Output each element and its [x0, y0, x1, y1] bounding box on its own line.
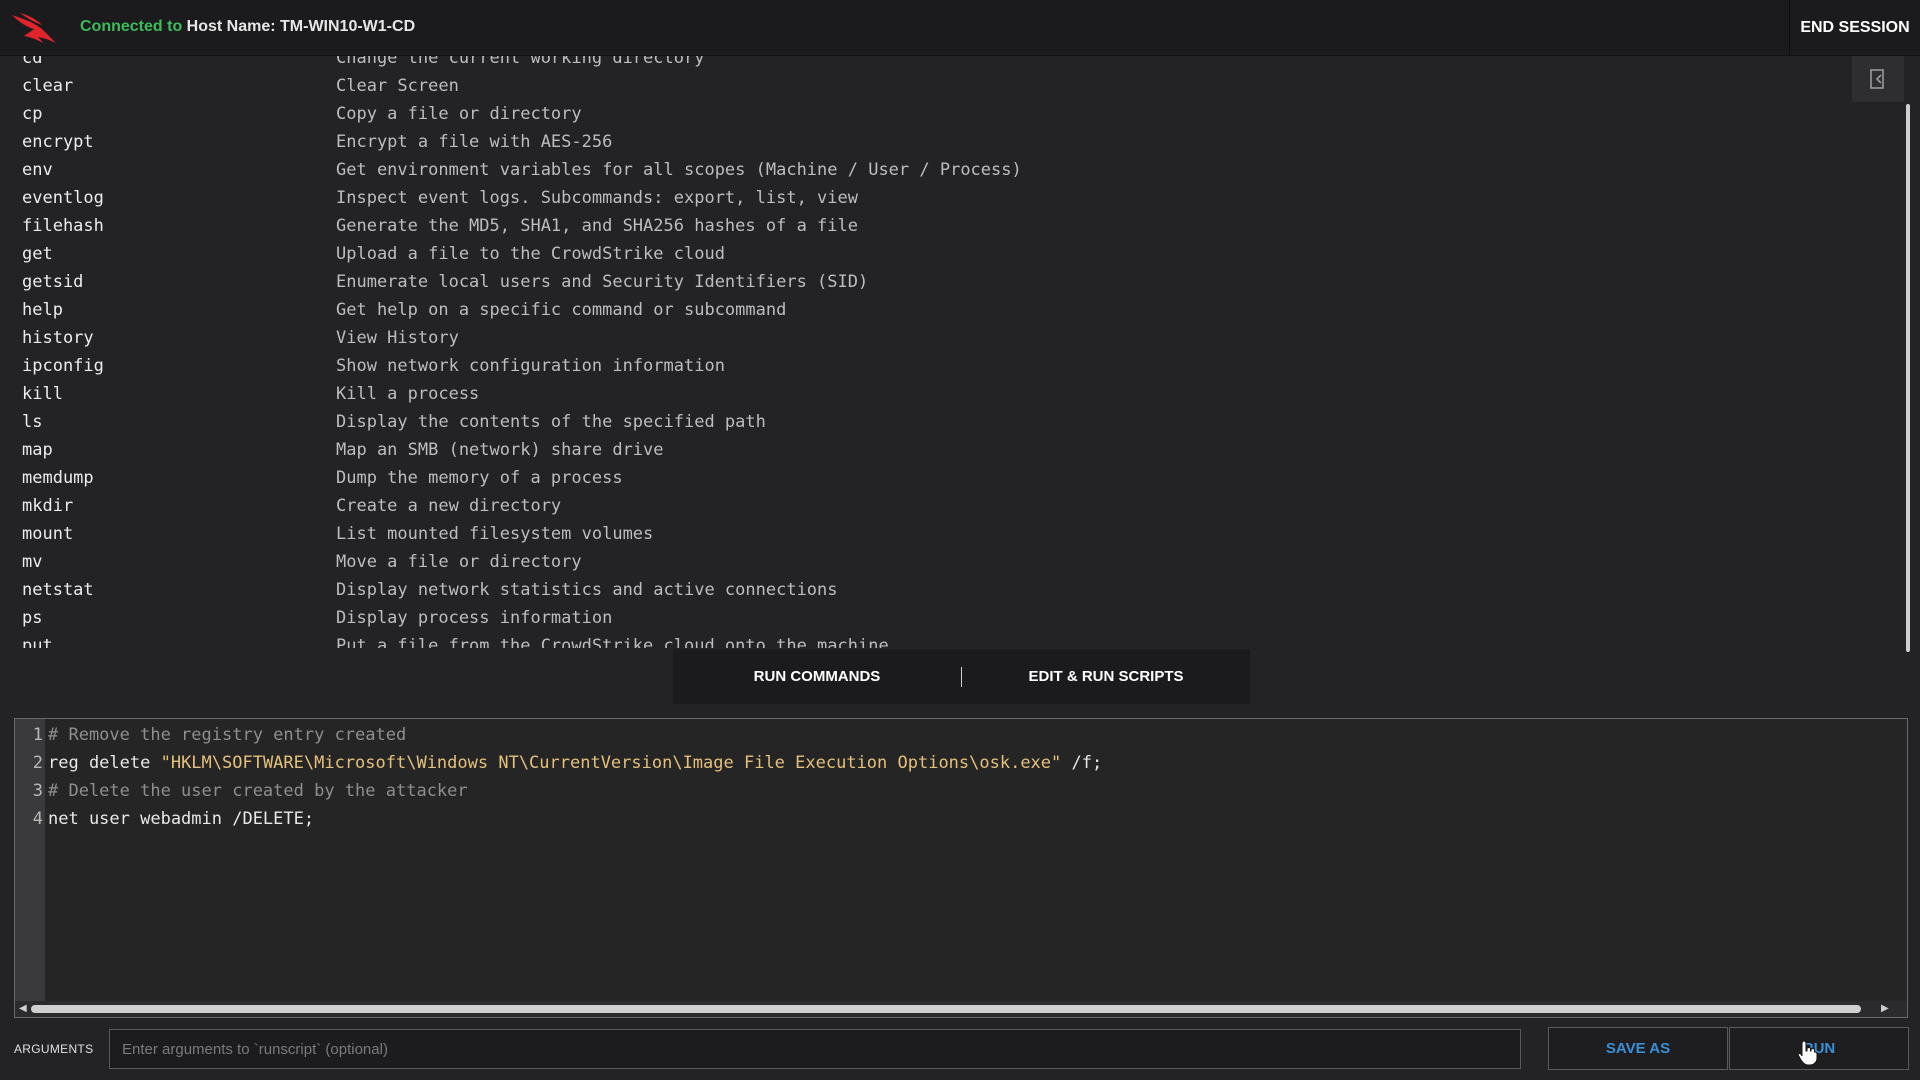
command-name: ipconfig: [22, 356, 104, 376]
script-editor[interactable]: 1 2 3 4 # Remove the registry entry created…: [14, 718, 1908, 1018]
scroll-thumb[interactable]: [31, 1005, 1861, 1013]
command-name: cd: [22, 56, 43, 68]
command-description: Clear Screen: [336, 76, 459, 96]
tab-run-commands[interactable]: RUN COMMANDS: [673, 649, 961, 704]
command-name: get: [22, 244, 53, 264]
code-token-comment: # Delete the user created by the attacke…: [48, 781, 468, 801]
command-description: Enumerate local users and Security Ident…: [336, 272, 869, 292]
command-description: Show network configuration information: [336, 356, 725, 376]
falcon-logo-icon: [12, 13, 56, 43]
tab-edit-run-scripts[interactable]: EDIT & RUN SCRIPTS: [962, 649, 1250, 704]
command-description: Get environment variables for all scopes…: [336, 160, 1022, 180]
scroll-right-icon[interactable]: ▶: [1881, 1003, 1889, 1014]
code-line[interactable]: # Delete the user created by the attacke…: [48, 777, 468, 805]
command-name: env: [22, 160, 53, 180]
command-name: filehash: [22, 216, 104, 236]
line-number-gutter: 1 2 3 4: [15, 719, 45, 1001]
save-as-button[interactable]: SAVE AS: [1548, 1027, 1728, 1070]
command-description: Dump the memory of a process: [336, 468, 623, 488]
code-token-string: "HKLM\SOFTWARE\Microsoft\Windows NT\Curr…: [160, 753, 1062, 773]
command-name: getsid: [22, 272, 84, 292]
panel-collapse-icon: [1870, 69, 1884, 89]
command-description: Kill a process: [336, 384, 480, 404]
command-name: help: [22, 300, 63, 320]
output-scrollbar[interactable]: [1906, 104, 1910, 652]
code-token-plain: /f;: [1061, 753, 1103, 773]
code-token-plain: net user webadmin /DELETE;: [48, 809, 315, 829]
command-name: map: [22, 440, 53, 460]
line-number: 3: [32, 781, 43, 801]
code-line[interactable]: # Remove the registry entry created: [48, 721, 406, 749]
command-description: Change the current working directory: [336, 56, 705, 68]
command-name: put: [22, 636, 53, 648]
code-line[interactable]: reg delete "HKLM\SOFTWARE\Microsoft\Wind…: [48, 749, 1102, 777]
editor-horizontal-scrollbar[interactable]: ◀ ▶: [15, 1001, 1907, 1017]
connected-label: Connected to: [80, 18, 183, 35]
command-description: Display network statistics and active co…: [336, 580, 838, 600]
command-name: mkdir: [22, 496, 74, 516]
command-name: cp: [22, 104, 43, 124]
rtr-console: Connected to Host Name: TM-WIN10-W1-CD E…: [0, 0, 1920, 1080]
command-description: Display the contents of the specified pa…: [336, 412, 766, 432]
code-token-comment: # Remove the registry entry created: [48, 725, 407, 745]
end-session-button[interactable]: END SESSION: [1789, 0, 1920, 55]
connection-status: Connected to Host Name: TM-WIN10-W1-CD: [80, 18, 415, 36]
command-name: memdump: [22, 468, 94, 488]
arguments-input[interactable]: [109, 1029, 1521, 1069]
command-name: eventlog: [22, 188, 104, 208]
line-number: 1: [32, 725, 43, 745]
command-description: Copy a file or directory: [336, 104, 582, 124]
arguments-label: ARGUMENTS: [14, 1042, 94, 1056]
line-number: 2: [32, 753, 43, 773]
command-name: mv: [22, 552, 43, 572]
run-button[interactable]: RUN: [1729, 1027, 1909, 1070]
command-description: Create a new directory: [336, 496, 562, 516]
hand-cursor-icon: [1797, 1040, 1818, 1066]
command-description: Encrypt a file with AES-256: [336, 132, 613, 152]
command-description: Inspect event logs. Subcommands: export,…: [336, 188, 858, 208]
command-name: encrypt: [22, 132, 94, 152]
command-description: List mounted filesystem volumes: [336, 524, 654, 544]
code-line[interactable]: net user webadmin /DELETE;: [48, 805, 314, 833]
line-number: 4: [32, 809, 43, 829]
command-name: clear: [22, 76, 74, 96]
side-panel-toggle-button[interactable]: [1852, 56, 1904, 102]
command-description: View History: [336, 328, 459, 348]
command-name: ps: [22, 608, 43, 628]
command-name: mount: [22, 524, 74, 544]
host-name-label: Host Name: TM-WIN10-W1-CD: [186, 18, 416, 35]
command-description: Display process information: [336, 608, 613, 628]
command-description: Move a file or directory: [336, 552, 582, 572]
code-token-plain: reg delete: [48, 753, 161, 773]
command-name: kill: [22, 384, 63, 404]
command-name: ls: [22, 412, 43, 432]
header-bar: Connected to Host Name: TM-WIN10-W1-CD E…: [0, 0, 1920, 56]
command-description: Put a file from the CrowdStrike cloud on…: [336, 636, 889, 648]
mode-tabs: RUN COMMANDS EDIT & RUN SCRIPTS: [673, 649, 1250, 704]
command-description: Upload a file to the CrowdStrike cloud: [336, 244, 725, 264]
command-name: history: [22, 328, 94, 348]
command-description: Get help on a specific command or subcom…: [336, 300, 787, 320]
command-description: Generate the MD5, SHA1, and SHA256 hashe…: [336, 216, 858, 236]
scroll-left-icon[interactable]: ◀: [19, 1003, 27, 1014]
command-description: Map an SMB (network) share drive: [336, 440, 664, 460]
command-name: netstat: [22, 580, 94, 600]
command-output: cd Change the current working directory cl…: [0, 56, 1904, 648]
